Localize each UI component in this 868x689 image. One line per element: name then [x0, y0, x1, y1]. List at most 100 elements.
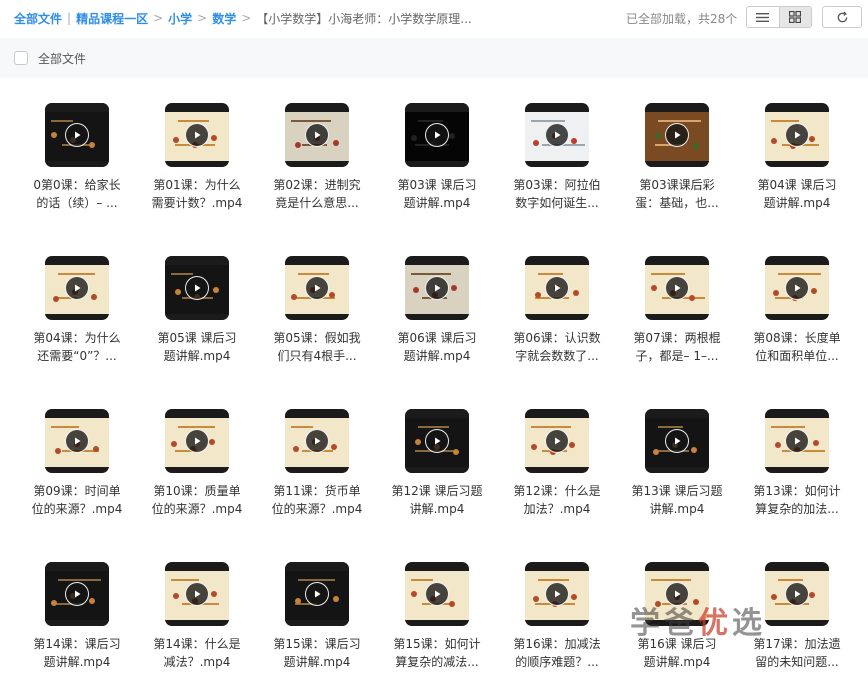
file-item[interactable]: 第12课：什么是 加法？.mp4: [497, 401, 617, 521]
file-item[interactable]: 第07课：两根棍 子，都是– 1–...: [617, 248, 737, 368]
file-name[interactable]: 第14课：课后习 题讲解.mp4: [29, 635, 125, 671]
video-thumbnail[interactable]: [645, 103, 709, 167]
file-name[interactable]: 第08课：长度单 位和面积单位...: [749, 329, 845, 365]
file-item[interactable]: 第02课：进制究 竟是什么意思...: [257, 95, 377, 215]
play-button[interactable]: [785, 276, 809, 300]
video-thumbnail[interactable]: [525, 256, 589, 320]
play-button[interactable]: [545, 276, 569, 300]
file-name[interactable]: 第16课：加减法 的顺序难题？...: [509, 635, 605, 671]
file-name[interactable]: 第06课 课后习 题讲解.mp4: [389, 329, 485, 365]
video-thumbnail[interactable]: [285, 256, 349, 320]
video-thumbnail[interactable]: [285, 409, 349, 473]
grid-view-button[interactable]: [778, 7, 811, 27]
play-button[interactable]: [785, 429, 809, 453]
video-thumbnail[interactable]: [165, 256, 229, 320]
file-name[interactable]: 第11课：货币单 位的来源？.mp4: [269, 482, 365, 518]
breadcrumb-item-math[interactable]: 数学: [212, 10, 236, 27]
video-thumbnail[interactable]: [525, 103, 589, 167]
file-item[interactable]: 0第0课：给家长 的话（续）– ...: [17, 95, 137, 215]
file-item[interactable]: 第16课：加减法 的顺序难题？...: [497, 554, 617, 674]
play-button[interactable]: [665, 123, 689, 147]
video-thumbnail[interactable]: [765, 103, 829, 167]
play-button[interactable]: [305, 123, 329, 147]
play-button[interactable]: [665, 429, 689, 453]
play-button[interactable]: [545, 582, 569, 606]
video-thumbnail[interactable]: [165, 562, 229, 626]
refresh-button[interactable]: [822, 6, 862, 28]
file-name[interactable]: 第03课课后彩 蛋：基础，也...: [629, 176, 725, 212]
select-all-checkbox[interactable]: [14, 51, 28, 65]
video-thumbnail[interactable]: [165, 409, 229, 473]
file-item[interactable]: 第08课：长度单 位和面积单位...: [737, 248, 857, 368]
play-button[interactable]: [785, 123, 809, 147]
file-item[interactable]: 第14课：课后习 题讲解.mp4: [17, 554, 137, 674]
file-item[interactable]: 第05课 课后习 题讲解.mp4: [137, 248, 257, 368]
file-name[interactable]: 0第0课：给家长 的话（续）– ...: [29, 176, 125, 212]
play-button[interactable]: [425, 582, 449, 606]
file-name[interactable]: 第03课 课后习 题讲解.mp4: [389, 176, 485, 212]
file-name[interactable]: 第06课：认识数 字就会数数了...: [509, 329, 605, 365]
file-name[interactable]: 第01课：为什么 需要计数？.mp4: [149, 176, 245, 212]
file-item[interactable]: 第10课：质量单 位的来源？.mp4: [137, 401, 257, 521]
play-button[interactable]: [425, 123, 449, 147]
file-name[interactable]: 第05课：假如我 们只有4根手...: [269, 329, 365, 365]
play-button[interactable]: [305, 276, 329, 300]
video-thumbnail[interactable]: [405, 562, 469, 626]
video-thumbnail[interactable]: [525, 562, 589, 626]
file-name[interactable]: 第07课：两根棍 子，都是– 1–...: [629, 329, 725, 365]
file-item[interactable]: 第03课：阿拉伯 数字如何诞生...: [497, 95, 617, 215]
file-name[interactable]: 第15课：如何计 算复杂的减法...: [389, 635, 485, 671]
file-item[interactable]: 第06课：认识数 字就会数数了...: [497, 248, 617, 368]
file-name[interactable]: 第05课 课后习 题讲解.mp4: [149, 329, 245, 365]
video-thumbnail[interactable]: [765, 562, 829, 626]
file-item[interactable]: 第03课 课后习 题讲解.mp4: [377, 95, 497, 215]
breadcrumb-item-primary[interactable]: 小学: [168, 10, 192, 27]
file-name[interactable]: 第15课：课后习 题讲解.mp4: [269, 635, 365, 671]
video-thumbnail[interactable]: [45, 256, 109, 320]
play-button[interactable]: [305, 429, 329, 453]
play-button[interactable]: [425, 429, 449, 453]
video-thumbnail[interactable]: [525, 409, 589, 473]
file-item[interactable]: 第04课 课后习 题讲解.mp4: [737, 95, 857, 215]
video-thumbnail[interactable]: [405, 409, 469, 473]
video-thumbnail[interactable]: [645, 409, 709, 473]
play-button[interactable]: [65, 276, 89, 300]
play-button[interactable]: [785, 582, 809, 606]
video-thumbnail[interactable]: [45, 562, 109, 626]
video-thumbnail[interactable]: [765, 409, 829, 473]
file-name[interactable]: 第12课 课后习题 讲解.mp4: [389, 482, 485, 518]
file-item[interactable]: 第15课：课后习 题讲解.mp4: [257, 554, 377, 674]
play-button[interactable]: [545, 123, 569, 147]
file-name[interactable]: 第03课：阿拉伯 数字如何诞生...: [509, 176, 605, 212]
file-name[interactable]: 第13课 课后习题 讲解.mp4: [629, 482, 725, 518]
play-button[interactable]: [185, 123, 209, 147]
play-button[interactable]: [185, 276, 209, 300]
video-thumbnail[interactable]: [165, 103, 229, 167]
file-item[interactable]: 第03课课后彩 蛋：基础，也...: [617, 95, 737, 215]
play-button[interactable]: [65, 582, 89, 606]
play-button[interactable]: [185, 429, 209, 453]
breadcrumb-item-premium-zone[interactable]: 精品课程一区: [76, 10, 148, 27]
play-button[interactable]: [545, 429, 569, 453]
file-item[interactable]: 第13课：如何计 算复杂的加法...: [737, 401, 857, 521]
play-button[interactable]: [425, 276, 449, 300]
file-item[interactable]: 第11课：货币单 位的来源？.mp4: [257, 401, 377, 521]
file-item[interactable]: 第06课 课后习 题讲解.mp4: [377, 248, 497, 368]
file-item[interactable]: 第04课：为什么 还需要“0”？...: [17, 248, 137, 368]
file-item[interactable]: 第14课：什么是 减法？.mp4: [137, 554, 257, 674]
play-button[interactable]: [665, 276, 689, 300]
play-button[interactable]: [185, 582, 209, 606]
file-name[interactable]: 第12课：什么是 加法？.mp4: [509, 482, 605, 518]
file-name[interactable]: 第10课：质量单 位的来源？.mp4: [149, 482, 245, 518]
video-thumbnail[interactable]: [45, 103, 109, 167]
file-item[interactable]: 第05课：假如我 们只有4根手...: [257, 248, 377, 368]
file-item[interactable]: 第15课：如何计 算复杂的减法...: [377, 554, 497, 674]
breadcrumb-item-all-files[interactable]: 全部文件: [14, 10, 62, 27]
list-view-button[interactable]: [747, 7, 779, 27]
file-item[interactable]: 第13课 课后习题 讲解.mp4: [617, 401, 737, 521]
video-thumbnail[interactable]: [405, 103, 469, 167]
video-thumbnail[interactable]: [645, 256, 709, 320]
video-thumbnail[interactable]: [285, 103, 349, 167]
file-item[interactable]: 第01课：为什么 需要计数？.mp4: [137, 95, 257, 215]
file-name[interactable]: 第14课：什么是 减法？.mp4: [149, 635, 245, 671]
